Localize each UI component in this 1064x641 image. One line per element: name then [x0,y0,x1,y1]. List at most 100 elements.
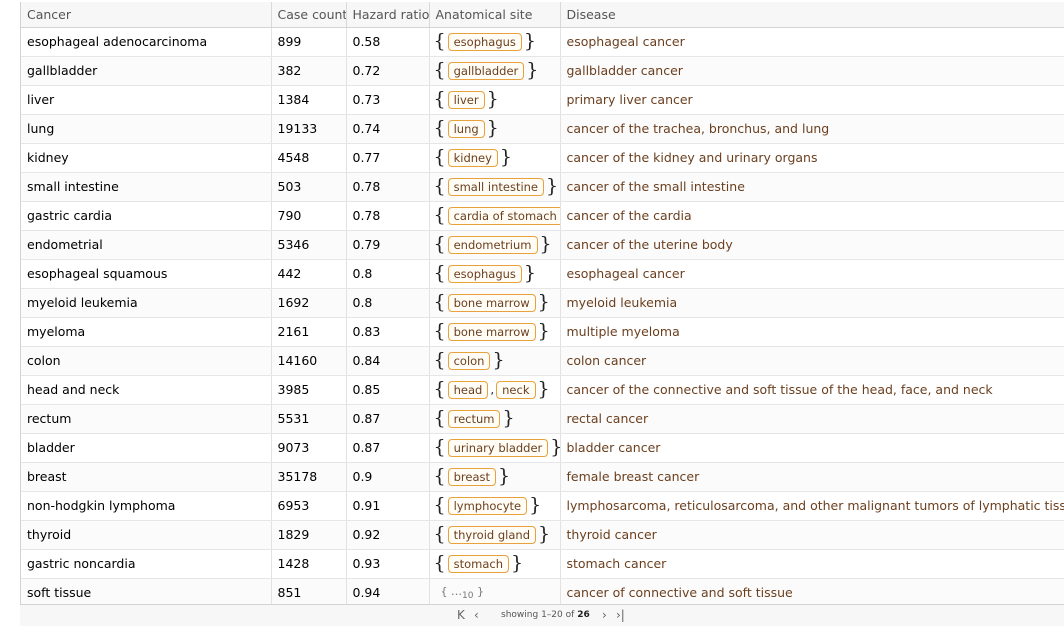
cancer-cell: gastric cardia [21,201,272,231]
cancer-cell: esophageal squamous [21,259,272,289]
open-brace: { [433,407,446,429]
anatomical-site-cell: {head, neck} [429,375,561,405]
open-brace: { [433,378,446,400]
open-brace: { [433,436,446,458]
table-row: myeloid leukemia 1692 0.8{bone marrow} myel… [21,288,1064,318]
anatomical-site-cell: {cardia of stomach} [429,201,561,231]
case-count-cell: 35178 [271,462,347,492]
table-row: head and neck 3985 0.85{head, neck} cancer o… [21,375,1064,405]
entity-chip[interactable]: lymphocyte [447,496,528,515]
anatomical-site-cell: {small intestine} [429,172,561,202]
entity-chip[interactable]: esophagus [447,32,522,51]
entity-chip[interactable]: bone marrow [447,293,536,312]
entity-chip[interactable]: urinary bladder [447,438,549,457]
hazard-ratio-cell: 0.87 [346,404,430,434]
entity-chip[interactable]: kidney [447,148,498,167]
entity-chip[interactable]: breast [447,467,496,486]
last-page-icon[interactable]: ›| [616,608,625,622]
anatomical-site-cell: { …10 } [429,578,561,608]
results-table: Cancer Case count Hazard ratio Anatomica… [21,2,1064,608]
cancer-cell: breast [21,462,272,492]
close-brace: } [523,262,537,284]
entity-chip[interactable]: small intestine [447,177,545,196]
table-row: endometrial 5346 0.79{endometrium} cancer o… [21,230,1064,260]
prev-page-icon[interactable]: ‹ [474,608,479,622]
close-brace: } [486,117,499,139]
entity-chip[interactable]: rectum [447,409,501,428]
total-count: 26 [577,610,590,620]
column-header-case-count[interactable]: Case count [271,2,347,28]
column-header-anatomical-site[interactable]: Anatomical site [429,2,561,28]
open-brace: { [433,175,446,197]
close-brace: } [499,146,513,168]
hazard-ratio-cell: 0.74 [346,114,430,144]
disease-cell: gallbladder cancer [560,56,1064,86]
case-count-cell: 503 [271,172,347,202]
first-page-icon[interactable]: K [457,608,465,622]
cancer-cell: bladder [21,433,272,463]
case-count-cell: 6953 [271,491,347,521]
list-separator: , [490,382,495,397]
hazard-ratio-cell: 0.8 [346,259,430,289]
open-brace: { [433,88,446,110]
table-row: esophageal adenocarcinoma 899 0.58{esophag… [21,27,1064,57]
entity-chip[interactable]: endometrium [447,235,538,254]
open-brace: { [433,552,446,574]
open-brace: { [433,117,446,139]
table-row: gallbladder 382 0.72{gallbladder} gallbladd… [21,56,1064,86]
case-count-cell: 4548 [271,143,347,173]
entity-chip[interactable]: bone marrow [447,322,536,341]
close-brace: } [550,436,559,458]
anatomical-site-cell: {liver} [429,85,561,115]
entity-chip[interactable]: colon [447,351,491,370]
close-brace: } [511,552,524,574]
anatomical-site-cell: {bone marrow} [429,288,561,318]
hazard-ratio-cell: 0.93 [346,549,430,579]
open-brace: { [433,494,446,516]
entity-chip[interactable]: stomach [447,554,509,573]
close-brace: } [529,494,542,516]
anatomical-site-cell: {stomach} [429,549,561,579]
case-count-cell: 9073 [271,433,347,463]
entity-chip[interactable]: cardia of stomach [447,206,559,225]
case-count-cell: 1384 [271,85,347,115]
close-brace: } [546,175,559,197]
disease-cell: stomach cancer [560,549,1064,579]
table-row: colon 14160 0.84{colon} colon cancer [21,346,1064,376]
disease-cell: myeloid leukemia [560,288,1064,318]
hazard-ratio-cell: 0.91 [346,491,430,521]
anatomical-site-cell: {colon} [429,346,561,376]
showing-range: 1–20 [541,610,563,620]
hazard-ratio-cell: 0.78 [346,172,430,202]
case-count-cell: 382 [271,56,347,86]
table-row: gastric noncardia 1428 0.93{stomach} stomac… [21,549,1064,579]
table-row: myeloma 2161 0.83{bone marrow} multiple mye… [21,317,1064,347]
entity-chip[interactable]: gallbladder [447,61,525,80]
anatomical-site-cell: {lymphocyte} [429,491,561,521]
column-header-hazard-ratio[interactable]: Hazard ratio [346,2,430,28]
column-header-cancer[interactable]: Cancer [21,2,272,28]
cancer-cell: gastric noncardia [21,549,272,579]
next-page-icon[interactable]: › [602,608,607,622]
table-row: thyroid 1829 0.92{thyroid gland} thyroid ca… [21,520,1064,550]
entity-chip[interactable]: lung [447,119,485,138]
column-header-disease[interactable]: Disease [560,2,1064,28]
entity-chip[interactable]: thyroid gland [447,525,536,544]
open-brace: { [433,204,446,226]
entity-chip[interactable]: neck [496,380,536,399]
case-count-cell: 5346 [271,230,347,260]
hazard-ratio-cell: 0.84 [346,346,430,376]
close-brace: } [523,30,537,52]
hazard-ratio-cell: 0.87 [346,433,430,463]
hazard-ratio-cell: 0.94 [346,578,430,608]
entity-chip[interactable]: liver [447,90,485,109]
cancer-cell: non-hodgkin lymphoma [21,491,272,521]
case-count-cell: 1428 [271,549,347,579]
entity-chip[interactable]: head [447,380,489,399]
entity-chip[interactable]: esophagus [447,264,522,283]
cancer-cell: endometrial [21,230,272,260]
anatomical-site-cell: {bone marrow} [429,317,561,347]
case-count-cell: 14160 [271,346,347,376]
table-row: small intestine 503 0.78{small intestine} c… [21,172,1064,202]
collapsed-list[interactable]: { …10 } [434,585,483,601]
